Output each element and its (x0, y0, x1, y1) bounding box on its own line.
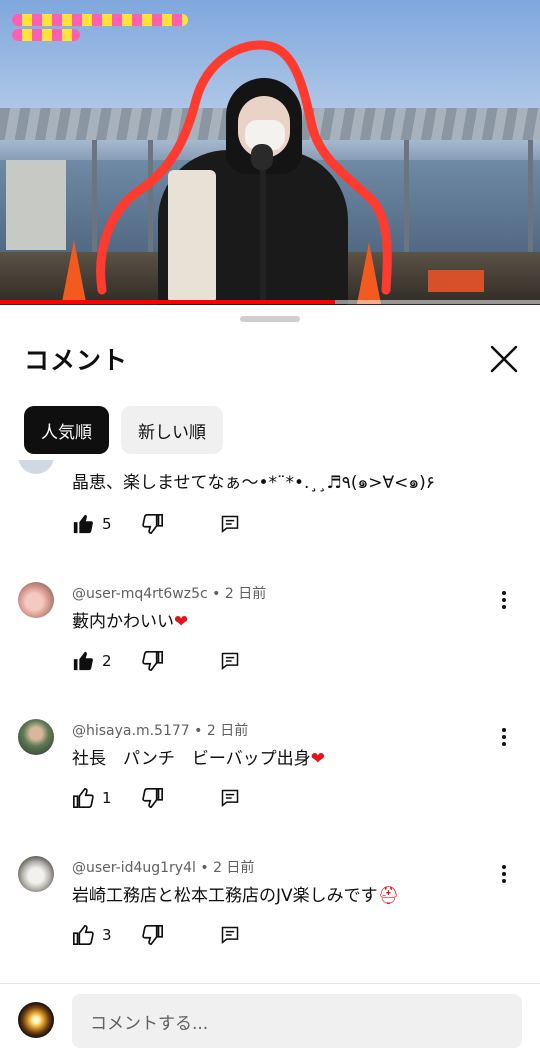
comment-actions: 1 (72, 786, 240, 810)
reply-icon (221, 515, 239, 534)
video-progress-bar[interactable] (0, 300, 540, 304)
thumbs-up-icon (73, 925, 94, 945)
thumbs-up-filled-icon (73, 651, 93, 671)
comment-list[interactable]: 晶恵、楽しませてなぁ〜•*¨*•.¸¸♬٩(๑>∀<๑)۶ 5 @user-mq… (0, 460, 540, 980)
comment-text: 社長 パンチ ビーバップ出身 (72, 749, 311, 769)
comment-author[interactable]: @user-mq4rt6wz5c (72, 586, 208, 602)
reply-button[interactable] (220, 514, 240, 534)
comment-text-line: 藪内かわいい❤ (72, 607, 188, 632)
comment-author[interactable]: @user-id4ug1ry4l (72, 860, 196, 876)
comment-item: @user-mq4rt6wz5c • 2 日前 藪内かわいい❤ 2 (0, 577, 540, 714)
comment-text: 晶恵、楽しませてなぁ〜•*¨*•.¸¸♬٩(๑>∀<๑)۶ (72, 473, 435, 493)
avatar[interactable] (18, 460, 54, 474)
comment-time: 2 日前 (206, 723, 249, 739)
reply-button[interactable] (220, 788, 240, 808)
comment-meta: @hisaya.m.5177 • 2 日前 (72, 720, 248, 740)
sheet-drag-handle[interactable] (240, 316, 300, 322)
dislike-button[interactable] (142, 787, 164, 809)
sheet-title: コメント (24, 346, 129, 375)
my-avatar[interactable] (18, 1002, 54, 1038)
comment-item: 晶恵、楽しませてなぁ〜•*¨*•.¸¸♬٩(๑>∀<๑)۶ 5 (0, 460, 540, 575)
kebab-dot (502, 735, 506, 739)
kebab-dot (502, 879, 506, 883)
like-button[interactable]: 5 (72, 513, 142, 535)
kebab-dot (502, 598, 506, 602)
comments-sheet: コメント 人気順 新しい順 晶恵、楽しませてなぁ〜•*¨*•.¸¸♬٩(๑>∀<… (0, 305, 540, 1057)
comment-text: 藪内かわいい (72, 612, 174, 632)
comment-meta: @user-mq4rt6wz5c • 2 日前 (72, 583, 266, 603)
reply-icon (221, 652, 239, 671)
close-icon (490, 345, 518, 373)
thumbs-down-icon (142, 514, 163, 534)
kebab-dot (502, 742, 506, 746)
meta-separator: • (194, 723, 203, 739)
comment-text-line: 岩崎工務店と松本工務店のJV楽しみです⛑ (72, 881, 399, 906)
meta-separator: • (212, 586, 221, 602)
rescue-helmet-emoji: ⛑ (377, 886, 400, 906)
kebab-dot (502, 591, 506, 595)
heart-emoji: ❤ (174, 612, 189, 632)
comment-actions: 5 (72, 512, 240, 536)
reply-icon (221, 926, 239, 945)
like-count: 2 (102, 652, 112, 670)
sort-chip-top[interactable]: 人気順 (24, 406, 109, 454)
video-player[interactable] (0, 0, 540, 305)
kebab-dot (502, 605, 506, 609)
reply-button[interactable] (220, 651, 240, 671)
kebab-dot (502, 872, 506, 876)
dislike-button[interactable] (142, 924, 164, 946)
more-options-button[interactable] (493, 859, 515, 889)
comment-text: 岩崎工務店と松本工務店のJV楽しみです (72, 886, 378, 906)
thumbs-up-icon (73, 788, 94, 808)
thumbs-down-icon (142, 925, 163, 945)
meta-separator: • (200, 860, 209, 876)
comment-author[interactable]: @hisaya.m.5177 (72, 723, 190, 739)
comment-time: 2 日前 (213, 860, 255, 876)
comment-meta: @user-id4ug1ry4l • 2 日前 (72, 857, 254, 877)
comment-text-line: 社長 パンチ ビーバップ出身❤ (72, 744, 325, 769)
comment-actions: 3 (72, 923, 240, 947)
comment-composer-bar: コメントする... (0, 983, 540, 1057)
heart-emoji: ❤ (310, 749, 325, 769)
red-scribble-annotation (96, 40, 392, 295)
reply-button[interactable] (220, 925, 240, 945)
comment-actions: 2 (72, 649, 240, 673)
comment-input[interactable]: コメントする... (72, 994, 522, 1048)
avatar[interactable] (18, 582, 54, 618)
thumbs-up-filled-icon (73, 514, 93, 534)
avatar[interactable] (18, 719, 54, 755)
avatar[interactable] (18, 856, 54, 892)
like-count: 5 (102, 515, 112, 533)
sort-chips: 人気順 新しい順 (24, 406, 223, 454)
sort-chip-newest[interactable]: 新しい順 (121, 406, 223, 454)
comment-item: @hisaya.m.5177 • 2 日前 社長 パンチ ビーバップ出身❤ 1 (0, 714, 540, 851)
close-button[interactable] (484, 339, 524, 379)
like-count: 1 (102, 789, 112, 807)
dislike-button[interactable] (142, 513, 164, 535)
kebab-dot (502, 728, 506, 732)
thumbs-down-icon (142, 651, 163, 671)
like-button[interactable]: 2 (72, 650, 142, 672)
reply-icon (221, 789, 239, 808)
like-count: 3 (102, 926, 112, 944)
dislike-button[interactable] (142, 650, 164, 672)
video-progress-fill (0, 300, 335, 304)
kebab-dot (502, 865, 506, 869)
thumbs-down-icon (142, 788, 163, 808)
comment-time: 2 日前 (224, 586, 267, 602)
comment-item: @user-id4ug1ry4l • 2 日前 岩崎工務店と松本工務店のJV楽し… (0, 851, 540, 980)
more-options-button[interactable] (493, 722, 515, 752)
like-button[interactable]: 3 (72, 924, 142, 946)
more-options-button[interactable] (493, 585, 515, 615)
like-button[interactable]: 1 (72, 787, 142, 809)
